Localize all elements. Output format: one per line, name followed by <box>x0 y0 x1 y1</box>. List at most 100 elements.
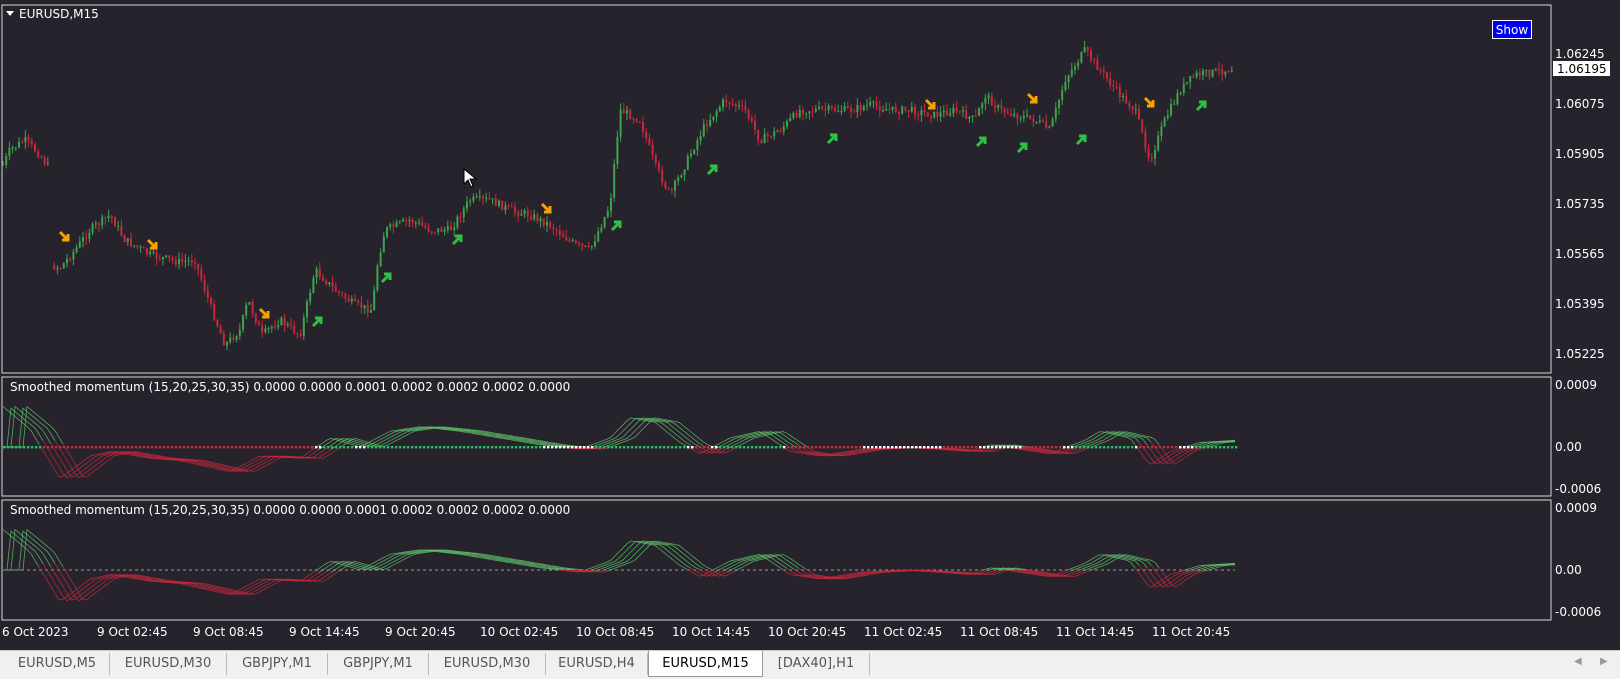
candle-body <box>210 297 212 305</box>
candle-body <box>286 324 289 326</box>
candle-body <box>456 216 459 228</box>
zero-dot <box>799 446 802 449</box>
triangle-down-icon[interactable] <box>6 11 14 16</box>
zero-dot <box>303 446 306 449</box>
candle-body <box>1080 52 1083 63</box>
zero-dot <box>1163 446 1166 449</box>
tab-eurusd-m30[interactable]: EURUSD,M30 <box>110 653 227 675</box>
candle-body <box>552 227 555 230</box>
candle-body <box>517 211 520 216</box>
zero-dot <box>987 446 990 449</box>
candle-body <box>1096 59 1099 70</box>
candle-body <box>123 235 126 242</box>
zero-dot <box>955 446 958 449</box>
zero-dot <box>599 446 602 449</box>
tab-eurusd-m5[interactable]: EURUSD,M5 <box>5 653 110 675</box>
candle-body <box>523 210 526 215</box>
zero-dot <box>1027 446 1030 449</box>
chart-window[interactable]: EURUSD,M15 1.06245 1.06075 1.05905 1.057… <box>0 0 1620 650</box>
indicator-2-label: Smoothed momentum (15,20,25,30,35) 0.000… <box>10 503 570 517</box>
zero-dot <box>639 446 642 449</box>
candle-body <box>206 290 209 298</box>
time-label-2: 9 Oct 02:45 <box>97 625 168 639</box>
candle-body <box>850 108 852 112</box>
zero-dot <box>1123 446 1126 449</box>
candle-body <box>318 268 321 277</box>
zero-dot <box>1135 446 1138 449</box>
candle-body <box>1102 70 1105 73</box>
zero-dot <box>435 446 438 449</box>
tab-gbpjpy-m1[interactable]: GBPJPY,M1 <box>227 653 328 675</box>
show-button[interactable]: Show <box>1492 20 1532 39</box>
buy-arrow-icon <box>706 164 718 176</box>
zero-dot <box>995 446 998 449</box>
tab-dax40-h1[interactable]: [DAX40],H1 <box>763 653 870 675</box>
candle-body <box>770 135 772 137</box>
candle-body <box>901 106 904 114</box>
scroll-left-icon[interactable]: ◀ <box>1574 656 1582 667</box>
time-label-6: 10 Oct 02:45 <box>480 625 558 639</box>
candle-body <box>1058 100 1060 109</box>
momentum-line-positive <box>2 406 1236 449</box>
candle-body <box>594 241 596 247</box>
tab-eurusd-m15[interactable]: EURUSD,M15 <box>648 651 763 677</box>
candle-body <box>802 110 804 114</box>
candle-body <box>718 107 721 112</box>
zero-dot <box>1115 446 1118 449</box>
zero-dot <box>887 446 890 449</box>
candle-body <box>139 247 142 249</box>
zero-dot <box>619 446 622 449</box>
price-level-5: 1.05565 <box>1555 247 1605 261</box>
zero-dot <box>575 446 578 449</box>
candle-body <box>62 263 65 269</box>
candle-body <box>1179 92 1182 94</box>
candle-body <box>1118 86 1121 98</box>
indicator-1-lines <box>2 405 1236 478</box>
candle-body <box>891 106 894 110</box>
zero-dot <box>935 446 938 449</box>
candles-layer <box>2 40 1233 351</box>
zero-dot <box>683 446 686 449</box>
indicator-1-zero-dots <box>3 446 1238 449</box>
zero-dot <box>827 446 830 449</box>
zero-dot <box>119 446 122 449</box>
sell-arrow-icon <box>540 202 552 214</box>
candle-body <box>965 110 968 119</box>
candle-body <box>491 198 494 200</box>
tab-eurusd-h4[interactable]: EURUSD,H4 <box>546 653 648 675</box>
zero-dot <box>1015 446 1018 449</box>
zero-dot <box>315 446 318 449</box>
zero-dot <box>959 446 962 449</box>
candle-body <box>1173 103 1176 105</box>
candle-body <box>635 118 638 122</box>
candle-body <box>59 267 62 269</box>
candle-body <box>853 111 856 113</box>
zero-dot <box>843 446 846 449</box>
candle-body <box>590 246 593 248</box>
candle-body <box>1010 113 1012 116</box>
tab-eurusd-m30-2[interactable]: EURUSD,M30 <box>429 653 546 675</box>
scroll-right-icon[interactable]: ▶ <box>1600 656 1608 667</box>
candle-body <box>149 251 152 255</box>
buy-arrow-icon <box>826 133 838 145</box>
zero-dot <box>567 446 570 449</box>
zero-dot <box>1031 446 1034 449</box>
candle-body <box>469 200 472 202</box>
tab-gbpjpy-m1-2[interactable]: GBPJPY,M1 <box>328 653 429 675</box>
zero-dot <box>159 446 162 449</box>
candle-body <box>926 112 929 117</box>
price-level-6: 1.05395 <box>1555 297 1605 311</box>
zero-dot <box>927 446 930 449</box>
chart-canvas[interactable]: EURUSD,M15 1.06245 1.06075 1.05905 1.057… <box>0 0 1620 650</box>
candle-body <box>152 251 155 253</box>
candle-body <box>40 157 43 159</box>
zero-dot <box>739 446 742 449</box>
zero-dot <box>611 446 614 449</box>
zero-dot <box>815 446 818 449</box>
zero-dot <box>527 446 530 449</box>
zero-dot <box>447 446 450 449</box>
candle-body <box>85 237 88 239</box>
price-level-3: 1.05905 <box>1555 147 1605 161</box>
zero-dot <box>7 446 10 449</box>
candle-body <box>702 124 705 136</box>
